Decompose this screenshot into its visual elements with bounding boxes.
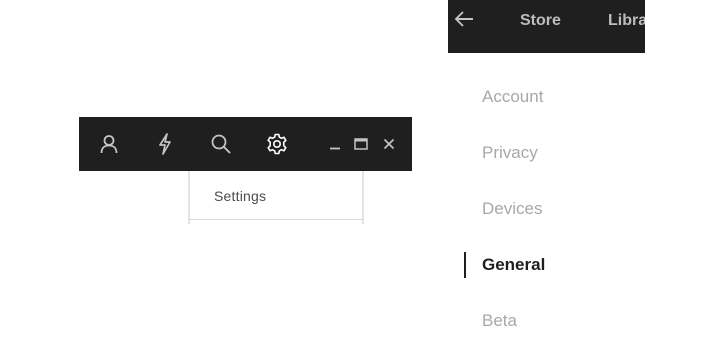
menu-item-general[interactable]: General (482, 255, 545, 275)
menu-item-account[interactable]: Account (482, 87, 543, 107)
dropdown-caret (266, 160, 288, 171)
active-indicator (464, 252, 466, 278)
menu-item-beta[interactable]: Beta (482, 311, 517, 331)
menu-item-privacy[interactable]: Privacy (482, 143, 538, 163)
maximize-icon (354, 138, 368, 150)
title-bar (79, 117, 412, 171)
top-nav: Store Library (448, 0, 645, 53)
dropdown-item-settings[interactable]: Settings (214, 188, 266, 204)
dropdown-divider (190, 219, 362, 220)
profile-button[interactable] (95, 117, 123, 171)
minimize-button[interactable] (327, 117, 343, 171)
activity-button[interactable] (151, 117, 179, 171)
minimize-icon (329, 138, 341, 150)
lightning-icon (157, 133, 173, 155)
profile-icon (99, 134, 119, 154)
nav-library[interactable]: Library (608, 12, 645, 30)
settings-dropdown: Settings (188, 171, 364, 224)
nav-store[interactable]: Store (520, 12, 561, 30)
gear-icon (266, 133, 288, 155)
close-icon (383, 138, 395, 150)
menu-item-devices[interactable]: Devices (482, 199, 542, 219)
close-button[interactable] (381, 117, 397, 171)
search-icon (210, 133, 232, 155)
back-button[interactable] (448, 0, 480, 42)
search-button[interactable] (207, 117, 235, 171)
arrow-left-icon (454, 10, 474, 33)
maximize-button[interactable] (353, 117, 369, 171)
